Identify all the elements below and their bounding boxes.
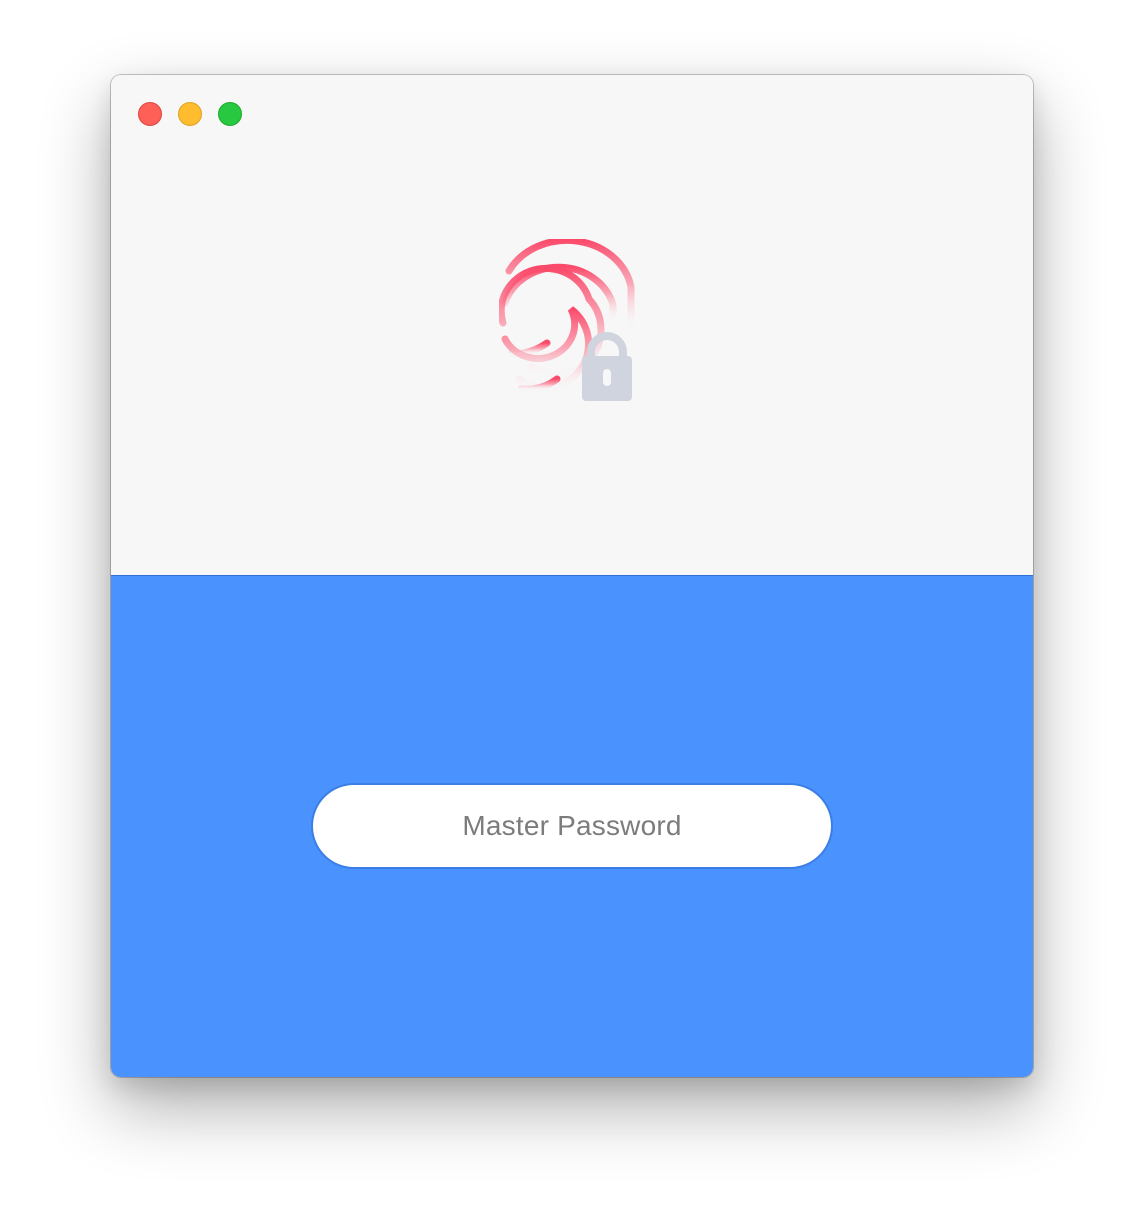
master-password-placeholder: Master Password xyxy=(462,810,682,841)
fingerprint-lock-icon xyxy=(497,236,635,401)
minimize-window-button[interactable] xyxy=(178,102,202,126)
zoom-window-button[interactable] xyxy=(218,102,242,126)
touch-id-button[interactable] xyxy=(497,236,639,405)
app-window: Master Password xyxy=(111,75,1033,1077)
touch-id-pane xyxy=(111,75,1033,576)
master-password-field[interactable]: Master Password xyxy=(311,783,833,869)
lock-icon xyxy=(582,332,632,401)
password-pane: Master Password xyxy=(111,576,1033,1077)
close-window-button[interactable] xyxy=(138,102,162,126)
